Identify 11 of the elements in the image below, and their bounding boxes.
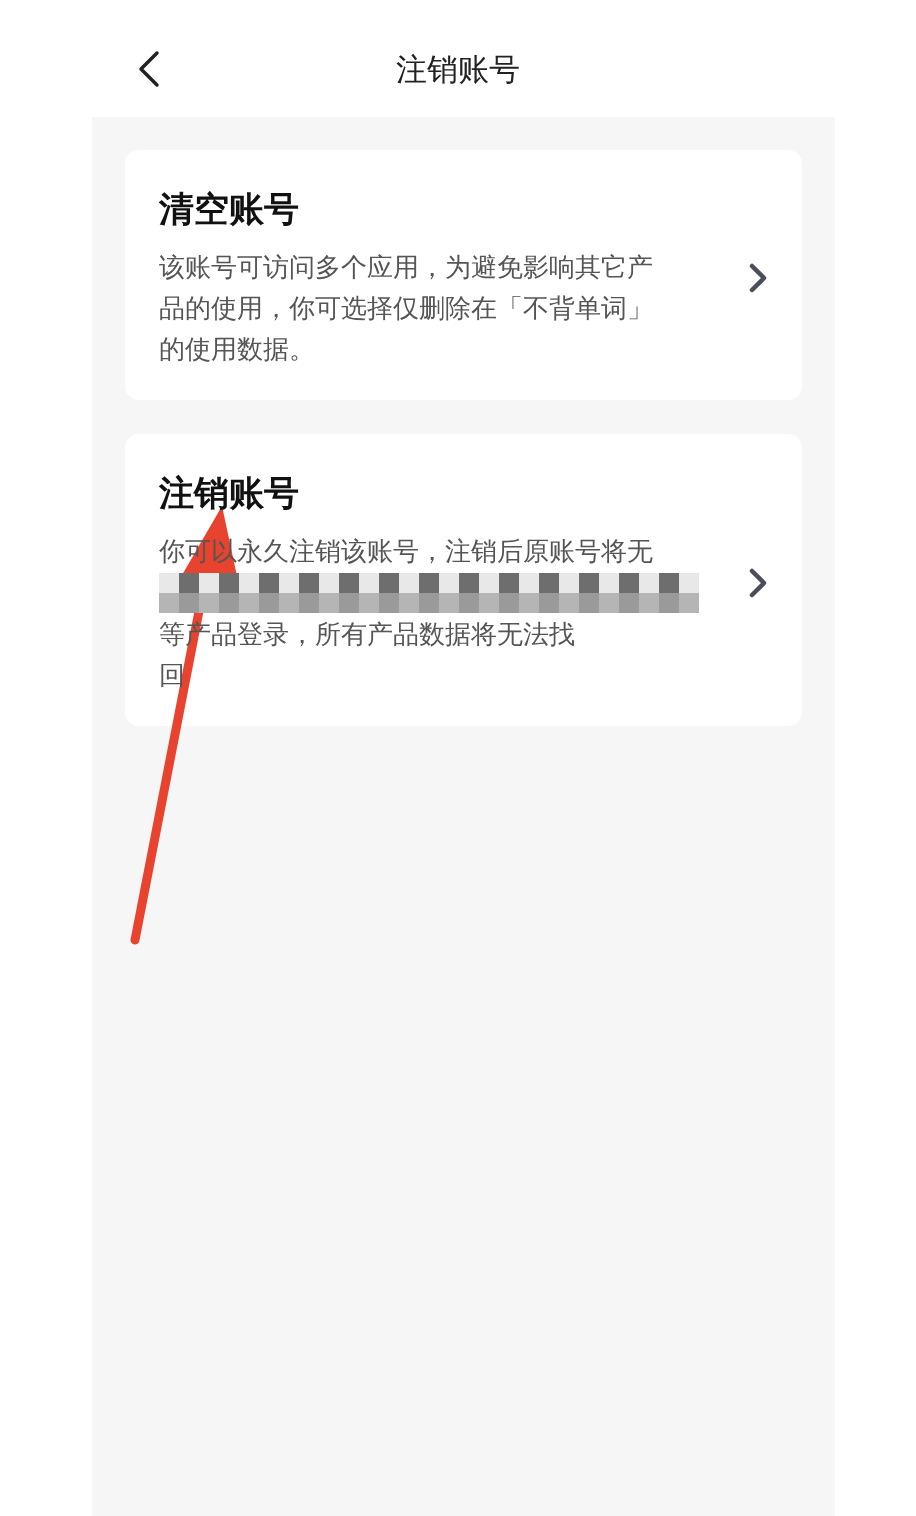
page-title: 注销账号 [396,49,520,89]
option-description: 回 [159,659,186,692]
option-description: 的使用数据。 [159,333,316,366]
chevron-right-icon [748,568,768,598]
option-card[interactable]: 清空账号 该账号可访问多个应用，为避免影响其它产 品的使用，你可选择仅删除在「不背单词」 的使用数据。 [125,150,802,400]
option-description: 该账号可访问多个应用，为避免影响其它产 [159,251,654,284]
option-description: 品的使用，你可选择仅删除在「不背单词」 [159,292,654,325]
option-title: 注销账号 [159,472,300,515]
option-title: 清空账号 [159,188,300,231]
chevron-right-icon [748,263,768,293]
back-icon[interactable] [136,50,162,88]
